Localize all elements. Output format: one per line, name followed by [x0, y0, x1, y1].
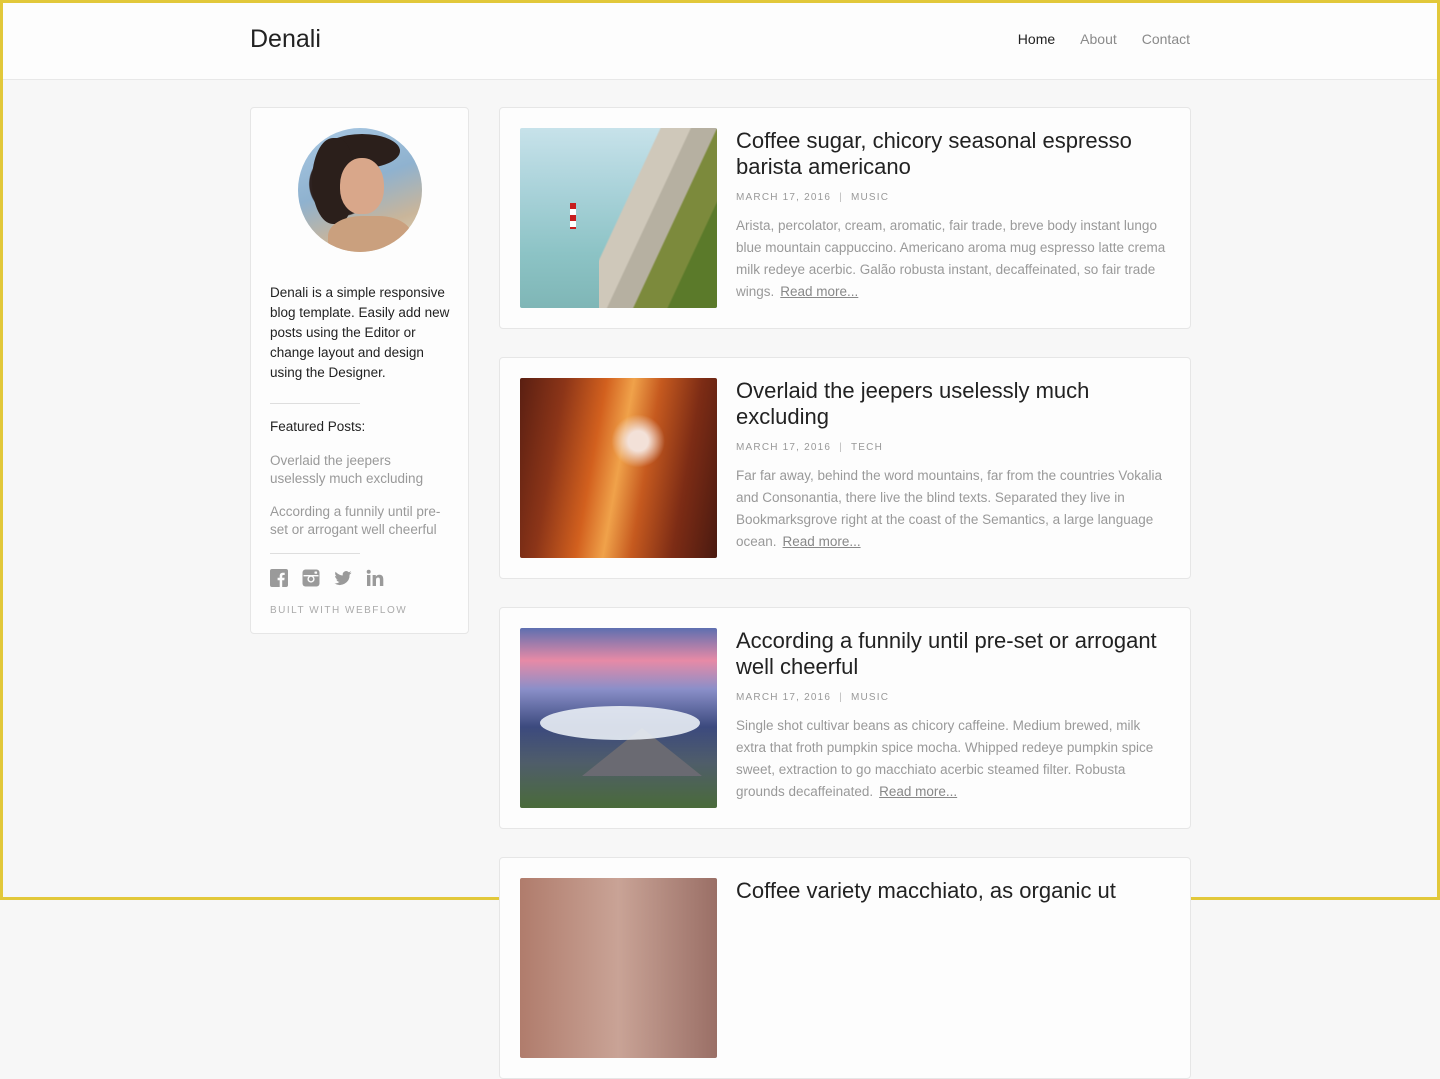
- featured-posts-heading: Featured Posts:: [270, 419, 366, 434]
- social-links: [270, 569, 384, 587]
- read-more-link[interactable]: Read more...: [783, 534, 861, 549]
- post-thumbnail[interactable]: [520, 128, 717, 308]
- post-date: MARCH 17, 2016: [736, 442, 832, 453]
- author-bio: Denali is a simple responsive blog templ…: [270, 285, 450, 380]
- post-category[interactable]: TECH: [851, 442, 883, 453]
- post-title[interactable]: Overlaid the jeepers uselessly much excl…: [736, 378, 1176, 430]
- post-category[interactable]: MUSIC: [851, 192, 889, 203]
- linkedin-icon[interactable]: [366, 569, 384, 587]
- post-excerpt: Far far away, behind the word mountains,…: [736, 465, 1172, 553]
- post-meta: MARCH 17, 2016 | MUSIC: [736, 692, 890, 703]
- instagram-icon[interactable]: [302, 569, 320, 587]
- post-card: Overlaid the jeepers uselessly much excl…: [499, 357, 1191, 579]
- brand-logo[interactable]: Denali: [250, 25, 321, 54]
- nav-link-home[interactable]: Home: [1018, 31, 1055, 47]
- top-navbar: Denali Home About Contact: [3, 3, 1437, 80]
- built-with-webflow[interactable]: BUILT WITH WEBFLOW: [270, 605, 407, 616]
- post-title[interactable]: Coffee sugar, chicory seasonal espresso …: [736, 128, 1176, 180]
- featured-post-link[interactable]: Overlaid the jeepers uselessly much excl…: [270, 452, 450, 488]
- post-date: MARCH 17, 2016: [736, 192, 832, 203]
- sidebar: Denali is a simple responsive blog templ…: [250, 107, 469, 634]
- post-card: According a funnily until pre-set or arr…: [499, 607, 1191, 829]
- post-category[interactable]: MUSIC: [851, 692, 889, 703]
- post-excerpt: Single shot cultivar beans as chicory ca…: [736, 715, 1172, 803]
- divider: [270, 553, 360, 554]
- post-thumbnail[interactable]: [520, 878, 717, 1058]
- read-more-link[interactable]: Read more...: [780, 284, 858, 299]
- facebook-icon[interactable]: [270, 569, 288, 587]
- twitter-icon[interactable]: [334, 569, 352, 587]
- post-card: Coffee sugar, chicory seasonal espresso …: [499, 107, 1191, 329]
- avatar: [298, 128, 422, 252]
- post-title[interactable]: Coffee variety macchiato, as organic ut: [736, 878, 1176, 904]
- post-thumbnail[interactable]: [520, 628, 717, 808]
- post-meta: MARCH 17, 2016 | MUSIC: [736, 192, 890, 203]
- post-meta: MARCH 17, 2016 | TECH: [736, 442, 884, 453]
- post-date: MARCH 17, 2016: [736, 692, 832, 703]
- post-title[interactable]: According a funnily until pre-set or arr…: [736, 628, 1176, 680]
- post-card: Coffee variety macchiato, as organic ut: [499, 857, 1191, 1079]
- post-excerpt: Arista, percolator, cream, aromatic, fai…: [736, 215, 1172, 303]
- read-more-link[interactable]: Read more...: [879, 784, 957, 799]
- nav-links: Home About Contact: [1018, 31, 1190, 47]
- featured-post-link[interactable]: According a funnily until pre-set or arr…: [270, 503, 450, 539]
- post-thumbnail[interactable]: [520, 378, 717, 558]
- divider: [270, 403, 360, 404]
- nav-link-contact[interactable]: Contact: [1142, 31, 1190, 47]
- nav-link-about[interactable]: About: [1080, 31, 1117, 47]
